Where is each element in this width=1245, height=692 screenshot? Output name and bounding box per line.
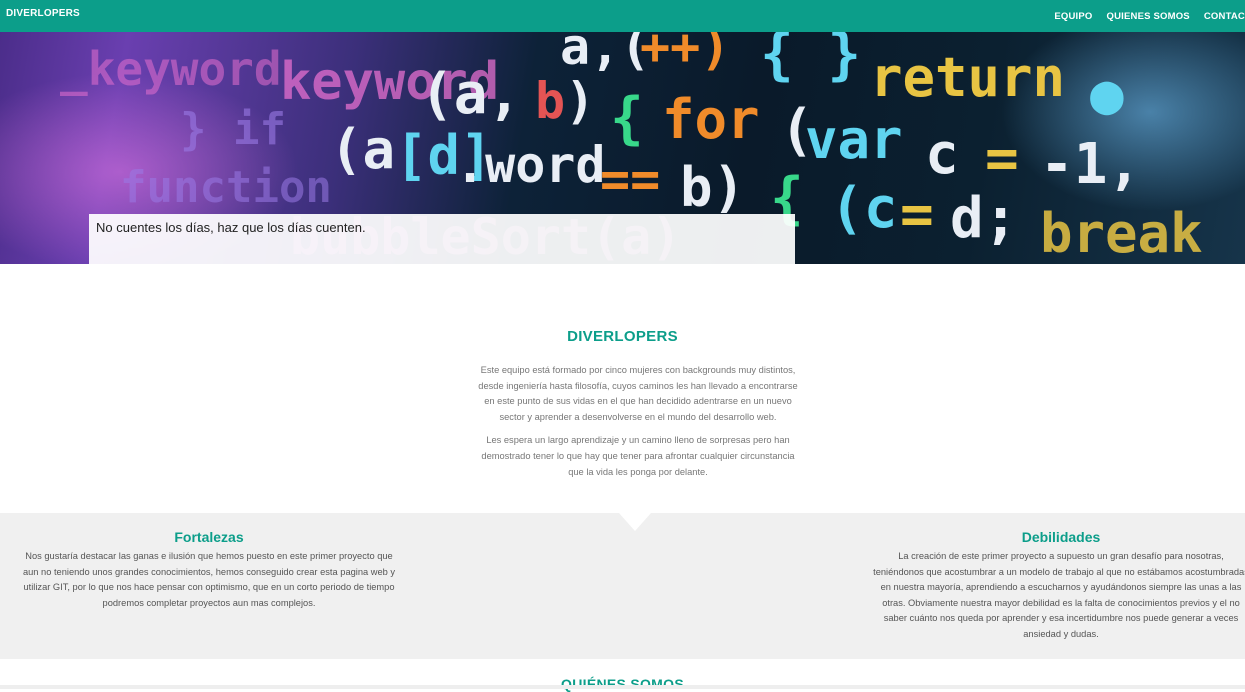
hero-quote-text: No cuentes los días, haz que los días cu… (96, 220, 366, 235)
nav-link-quienes-somos[interactable]: QUIENES SOMOS (1106, 11, 1189, 22)
code-decoration: break (1040, 202, 1203, 264)
top-navbar: DIVERLOPERS EQUIPO QUIENES SOMOS CONTAC (0, 0, 1245, 32)
code-decoration: } if (180, 104, 286, 155)
hero-quote-box: No cuentes los días, haz que los días cu… (89, 214, 795, 264)
quienes-somos-title: QUIÉNES SOMOS (561, 676, 684, 692)
code-decoration: ● (1090, 62, 1124, 127)
code-decoration: c (925, 122, 959, 187)
code-decoration: d; (950, 186, 1018, 251)
code-decoration: = (900, 182, 934, 247)
strengths-text: Nos gustaría destacar las ganas e ilusió… (22, 551, 396, 608)
nav-links: EQUIPO QUIENES SOMOS CONTAC (1054, 11, 1245, 22)
about-description: Este equipo está formado por cinco mujer… (473, 363, 803, 488)
code-decoration: (c (830, 176, 898, 241)
code-decoration: a,( (560, 32, 651, 76)
code-decoration: b) (680, 156, 746, 219)
nav-link-equipo[interactable]: EQUIPO (1054, 11, 1092, 22)
hero-banner-image: a,( ++) { } return ● _keyword keyword (a… (0, 32, 1245, 264)
code-decoration: .word (455, 136, 606, 194)
about-title: DIVERLOPERS (567, 328, 678, 345)
code-decoration: -1, (1040, 132, 1142, 197)
code-decoration: = (985, 126, 1019, 191)
section-divider (0, 685, 1245, 689)
code-decoration: var (805, 108, 903, 171)
code-decoration: { (610, 86, 644, 151)
code-decoration: b (535, 72, 566, 130)
nav-link-contacto[interactable]: CONTAC (1204, 11, 1245, 22)
strengths-title: Fortalezas (174, 529, 244, 545)
code-decoration: (a, (420, 62, 522, 127)
brand-logo[interactable]: DIVERLOPERS (0, 8, 80, 19)
band-notch-arrow (619, 513, 651, 531)
about-paragraph-1: Este equipo está formado por cinco mujer… (478, 365, 798, 422)
about-paragraph-2: Les espera un largo aprendizaje y un cam… (481, 435, 795, 477)
code-decoration: ++) (640, 32, 731, 76)
code-decoration: ) (565, 72, 596, 130)
weaknesses-text: La creación de este primer proyecto a su… (873, 551, 1245, 639)
code-decoration: for (662, 88, 760, 151)
weaknesses-title: Debilidades (1021, 529, 1101, 545)
code-decoration: == (600, 150, 661, 208)
code-decoration: (a (330, 118, 396, 181)
code-decoration: { } (760, 32, 862, 87)
code-decoration: _keyword (60, 42, 282, 96)
code-decoration: function (120, 162, 332, 213)
code-decoration: return (870, 46, 1066, 109)
